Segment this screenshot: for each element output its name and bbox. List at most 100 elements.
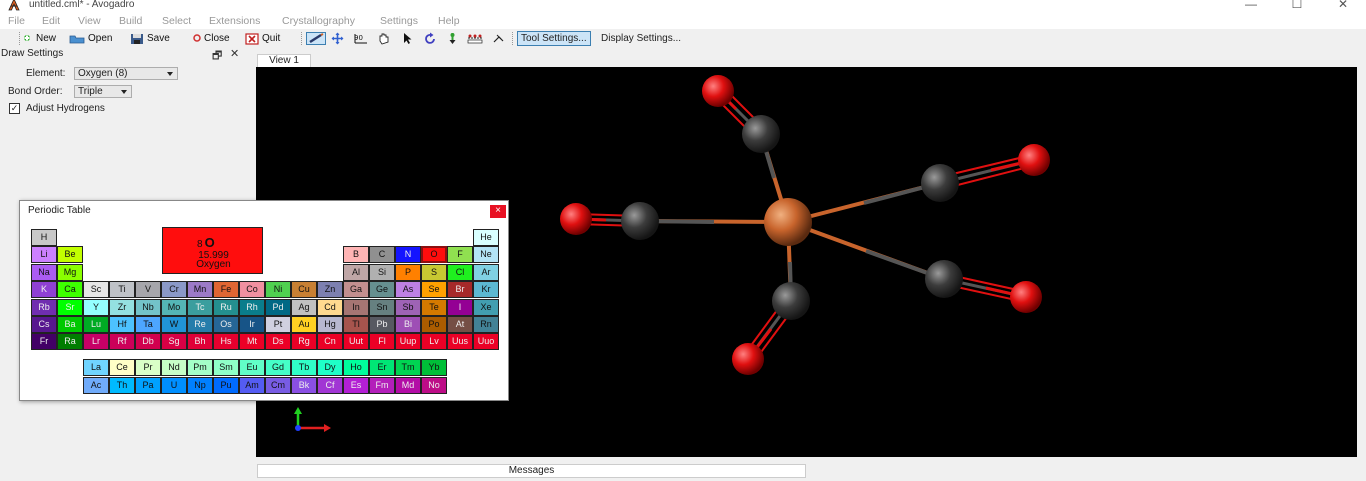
save-button[interactable]: Save	[130, 31, 170, 46]
new-button[interactable]: New	[23, 31, 56, 46]
element-cell-ac[interactable]: Ac	[83, 376, 109, 394]
element-cell-cd[interactable]: Cd	[317, 298, 343, 316]
menu-file[interactable]: File	[8, 15, 25, 27]
element-cell-ba[interactable]: Ba	[57, 316, 83, 333]
element-cell-ar[interactable]: Ar	[473, 263, 499, 281]
element-cell-am[interactable]: Am	[239, 376, 265, 394]
element-cell-re[interactable]: Re	[187, 316, 213, 333]
element-cell-cu[interactable]: Cu	[291, 281, 317, 299]
element-cell-ti[interactable]: Ti	[109, 281, 135, 299]
element-cell-db[interactable]: Db	[135, 333, 161, 351]
element-cell-k[interactable]: K	[31, 281, 57, 299]
menu-view[interactable]: View	[78, 15, 101, 27]
element-cell-lr[interactable]: Lr	[83, 333, 109, 351]
menu-settings[interactable]: Settings	[380, 15, 418, 27]
element-cell-ds[interactable]: Ds	[265, 333, 291, 351]
minimize-button[interactable]: —	[1241, 0, 1261, 10]
element-cell-c[interactable]: C	[369, 246, 395, 264]
periodic-close-button[interactable]: ×	[490, 205, 506, 218]
element-cell-y[interactable]: Y	[83, 298, 109, 316]
element-cell-ne[interactable]: Ne	[473, 246, 499, 264]
element-cell-be[interactable]: Be	[57, 246, 83, 264]
element-cell-sr[interactable]: Sr	[57, 298, 83, 316]
element-cell-rn[interactable]: Rn	[473, 316, 499, 333]
element-cell-cl[interactable]: Cl	[447, 263, 473, 281]
element-cell-f[interactable]: F	[447, 246, 473, 264]
tool-settings-button[interactable]: Tool Settings...	[517, 31, 591, 46]
element-cell-ho[interactable]: Ho	[343, 359, 369, 376]
manipulate-hand-icon[interactable]	[377, 32, 390, 45]
element-cell-hf[interactable]: Hf	[109, 316, 135, 333]
element-cell-rf[interactable]: Rf	[109, 333, 135, 351]
quit-button[interactable]: Quit	[245, 31, 280, 46]
element-cell-si[interactable]: Si	[369, 263, 395, 281]
element-cell-zn[interactable]: Zn	[317, 281, 343, 299]
menu-build[interactable]: Build	[119, 15, 142, 27]
element-cell-eu[interactable]: Eu	[239, 359, 265, 376]
element-cell-ga[interactable]: Ga	[343, 281, 369, 299]
element-cell-rg[interactable]: Rg	[291, 333, 317, 351]
bond-order-select[interactable]: Triple	[74, 85, 132, 98]
element-cell-yb[interactable]: Yb	[421, 359, 447, 376]
element-cell-pd[interactable]: Pd	[265, 298, 291, 316]
element-cell-cm[interactable]: Cm	[265, 376, 291, 394]
element-cell-nd[interactable]: Nd	[161, 359, 187, 376]
element-cell-pt[interactable]: Pt	[265, 316, 291, 333]
element-cell-na[interactable]: Na	[31, 263, 57, 281]
element-cell-in[interactable]: In	[343, 298, 369, 316]
element-select[interactable]: Oxygen (8)	[74, 67, 178, 80]
element-cell-tl[interactable]: Tl	[343, 316, 369, 333]
element-cell-mt[interactable]: Mt	[239, 333, 265, 351]
dock-close-icon[interactable]: ✕	[230, 47, 239, 60]
element-cell-bh[interactable]: Bh	[187, 333, 213, 351]
element-cell-po[interactable]: Po	[421, 316, 447, 333]
element-cell-cf[interactable]: Cf	[317, 376, 343, 394]
element-cell-xe[interactable]: Xe	[473, 298, 499, 316]
element-cell-o[interactable]: O	[421, 246, 447, 264]
element-cell-ir[interactable]: Ir	[239, 316, 265, 333]
element-cell-no[interactable]: No	[421, 376, 447, 394]
element-cell-mg[interactable]: Mg	[57, 263, 83, 281]
element-cell-lv[interactable]: Lv	[421, 333, 447, 351]
element-cell-th[interactable]: Th	[109, 376, 135, 394]
menu-edit[interactable]: Edit	[42, 15, 60, 27]
element-cell-sc[interactable]: Sc	[83, 281, 109, 299]
element-cell-rb[interactable]: Rb	[31, 298, 57, 316]
bond-centric-icon[interactable]	[492, 32, 505, 45]
element-cell-h[interactable]: H	[31, 229, 57, 246]
element-cell-zr[interactable]: Zr	[109, 298, 135, 316]
messages-dock-tab[interactable]: Messages	[257, 464, 806, 478]
element-cell-rh[interactable]: Rh	[239, 298, 265, 316]
element-cell-s[interactable]: S	[421, 263, 447, 281]
element-cell-ca[interactable]: Ca	[57, 281, 83, 299]
element-cell-fl[interactable]: Fl	[369, 333, 395, 351]
element-cell-pu[interactable]: Pu	[213, 376, 239, 394]
auto-optimize-icon[interactable]	[446, 32, 459, 45]
element-cell-tb[interactable]: Tb	[291, 359, 317, 376]
display-settings-button[interactable]: Display Settings...	[597, 31, 685, 46]
open-button[interactable]: Open	[69, 31, 112, 46]
element-cell-u[interactable]: U	[161, 376, 187, 394]
element-cell-he[interactable]: He	[473, 229, 499, 246]
element-cell-es[interactable]: Es	[343, 376, 369, 394]
element-cell-tm[interactable]: Tm	[395, 359, 421, 376]
navigate-tool-icon[interactable]	[331, 32, 344, 45]
menu-crystallography[interactable]: Crystallography	[282, 15, 355, 27]
element-cell-kr[interactable]: Kr	[473, 281, 499, 299]
element-cell-dy[interactable]: Dy	[317, 359, 343, 376]
element-cell-te[interactable]: Te	[421, 298, 447, 316]
element-cell-bi[interactable]: Bi	[395, 316, 421, 333]
window-close-button[interactable]: ✕	[1333, 0, 1353, 10]
element-cell-gd[interactable]: Gd	[265, 359, 291, 376]
element-cell-pb[interactable]: Pb	[369, 316, 395, 333]
element-cell-ag[interactable]: Ag	[291, 298, 317, 316]
element-cell-cr[interactable]: Cr	[161, 281, 187, 299]
element-cell-nb[interactable]: Nb	[135, 298, 161, 316]
element-cell-b[interactable]: B	[343, 246, 369, 264]
maximize-button[interactable]: ☐	[1287, 0, 1307, 10]
element-cell-sb[interactable]: Sb	[395, 298, 421, 316]
element-cell-bk[interactable]: Bk	[291, 376, 317, 394]
element-cell-uup[interactable]: Uup	[395, 333, 421, 351]
element-cell-uus[interactable]: Uus	[447, 333, 473, 351]
element-cell-la[interactable]: La	[83, 359, 109, 376]
